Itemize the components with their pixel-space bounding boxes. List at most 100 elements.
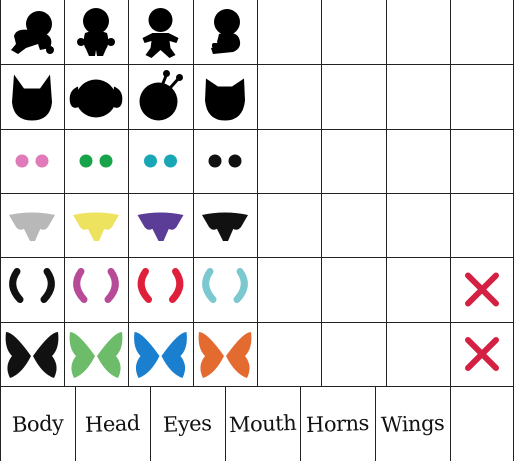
horns-icon bbox=[137, 268, 184, 303]
mouth-option-2[interactable] bbox=[64, 193, 128, 257]
empty-slot bbox=[257, 322, 321, 386]
wings-icon bbox=[134, 332, 187, 378]
grid-line bbox=[225, 386, 226, 461]
body-option-4[interactable] bbox=[193, 0, 257, 64]
body-option-2[interactable] bbox=[64, 0, 128, 64]
head-pointed-ears-icon bbox=[12, 74, 52, 121]
body-crawling-icon bbox=[11, 11, 54, 54]
wings-option-2[interactable] bbox=[64, 322, 128, 386]
tab-wings[interactable]: Wings bbox=[375, 386, 450, 461]
empty-slot bbox=[321, 193, 386, 257]
empty-slot bbox=[450, 129, 514, 193]
eyes-option-4[interactable] bbox=[193, 129, 257, 193]
empty-slot bbox=[386, 64, 450, 129]
grid-line bbox=[150, 386, 151, 461]
tab-label: Eyes bbox=[162, 410, 213, 437]
body-option-3[interactable] bbox=[128, 0, 193, 64]
mouth-icon bbox=[202, 212, 248, 241]
tab-horns[interactable]: Horns bbox=[300, 386, 375, 461]
grid-line bbox=[0, 386, 514, 387]
empty-slot bbox=[450, 64, 514, 129]
eyes-option-2[interactable] bbox=[64, 129, 128, 193]
tab-label: Wings bbox=[380, 410, 445, 437]
remove-wings-button[interactable] bbox=[450, 322, 514, 386]
horns-option-4[interactable] bbox=[193, 257, 257, 322]
wings-option-1[interactable] bbox=[0, 322, 64, 386]
body-option-1[interactable] bbox=[0, 0, 64, 64]
mouth-icon bbox=[137, 212, 184, 241]
head-option-2[interactable] bbox=[64, 64, 128, 129]
tab-label: Body bbox=[11, 410, 64, 437]
empty-slot bbox=[386, 257, 450, 322]
wings-icon bbox=[69, 332, 123, 378]
empty-slot bbox=[386, 193, 450, 257]
empty-slot bbox=[450, 193, 514, 257]
eyes-icon bbox=[208, 154, 242, 168]
head-option-1[interactable] bbox=[0, 64, 64, 129]
mouth-option-4[interactable] bbox=[193, 193, 257, 257]
tab-mouth[interactable]: Mouth bbox=[225, 386, 300, 461]
empty-slot bbox=[321, 257, 386, 322]
remove-x-icon bbox=[465, 272, 499, 307]
empty-slot bbox=[321, 64, 386, 129]
empty-slot bbox=[321, 129, 386, 193]
grid-line bbox=[0, 257, 514, 258]
horns-option-1[interactable] bbox=[0, 257, 64, 322]
horns-icon bbox=[202, 268, 248, 303]
mouth-option-1[interactable] bbox=[0, 193, 64, 257]
empty-slot bbox=[257, 64, 321, 129]
eyes-icon bbox=[15, 154, 49, 168]
empty-slot bbox=[321, 0, 386, 64]
horns-icon bbox=[73, 268, 119, 303]
empty-slot bbox=[386, 322, 450, 386]
head-antennae-icon bbox=[139, 70, 183, 121]
grid-line bbox=[0, 322, 514, 323]
body-standing-icon bbox=[77, 8, 115, 56]
grid-line bbox=[0, 64, 514, 65]
eyes-option-1[interactable] bbox=[0, 129, 64, 193]
empty-slot bbox=[257, 129, 321, 193]
tab-body[interactable]: Body bbox=[0, 386, 75, 461]
grid-line bbox=[450, 386, 451, 461]
tab-empty bbox=[450, 386, 514, 461]
horns-option-3[interactable] bbox=[128, 257, 193, 322]
empty-slot bbox=[257, 193, 321, 257]
empty-slot bbox=[257, 0, 321, 64]
empty-slot bbox=[450, 0, 514, 64]
eyes-icon bbox=[144, 154, 177, 168]
remove-horns-button[interactable] bbox=[450, 257, 514, 322]
horns-icon bbox=[9, 268, 55, 303]
tab-head[interactable]: Head bbox=[75, 386, 150, 461]
tab-label: Mouth bbox=[228, 410, 297, 437]
tab-label: Horns bbox=[305, 410, 370, 437]
grid-line bbox=[300, 386, 301, 461]
eyes-option-3[interactable] bbox=[128, 129, 193, 193]
grid-line bbox=[375, 386, 376, 461]
wings-icon bbox=[198, 332, 252, 378]
wings-option-4[interactable] bbox=[193, 322, 257, 386]
remove-x-icon bbox=[465, 337, 499, 371]
head-option-4[interactable] bbox=[193, 64, 257, 129]
creature-builder-board: Body Head Eyes Mouth Horns Wings bbox=[0, 0, 514, 461]
mouth-icon bbox=[73, 212, 119, 241]
head-cat-ears-icon bbox=[205, 78, 245, 121]
wings-option-3[interactable] bbox=[128, 322, 193, 386]
tab-label: Head bbox=[84, 410, 141, 437]
empty-slot bbox=[386, 0, 450, 64]
horns-option-2[interactable] bbox=[64, 257, 128, 322]
head-option-3[interactable] bbox=[128, 64, 193, 129]
grid-line bbox=[75, 386, 76, 461]
mouth-option-3[interactable] bbox=[128, 193, 193, 257]
wings-icon bbox=[5, 332, 59, 378]
tab-eyes[interactable]: Eyes bbox=[150, 386, 225, 461]
mouth-icon bbox=[9, 212, 55, 241]
empty-slot bbox=[321, 322, 386, 386]
body-arms-out-icon bbox=[142, 8, 179, 58]
empty-slot bbox=[386, 129, 450, 193]
grid-line bbox=[0, 129, 514, 130]
grid-line bbox=[0, 0, 1, 461]
empty-slot bbox=[257, 257, 321, 322]
head-floppy-ears-icon bbox=[69, 79, 123, 118]
grid-line bbox=[0, 193, 514, 194]
eyes-icon bbox=[79, 154, 113, 168]
